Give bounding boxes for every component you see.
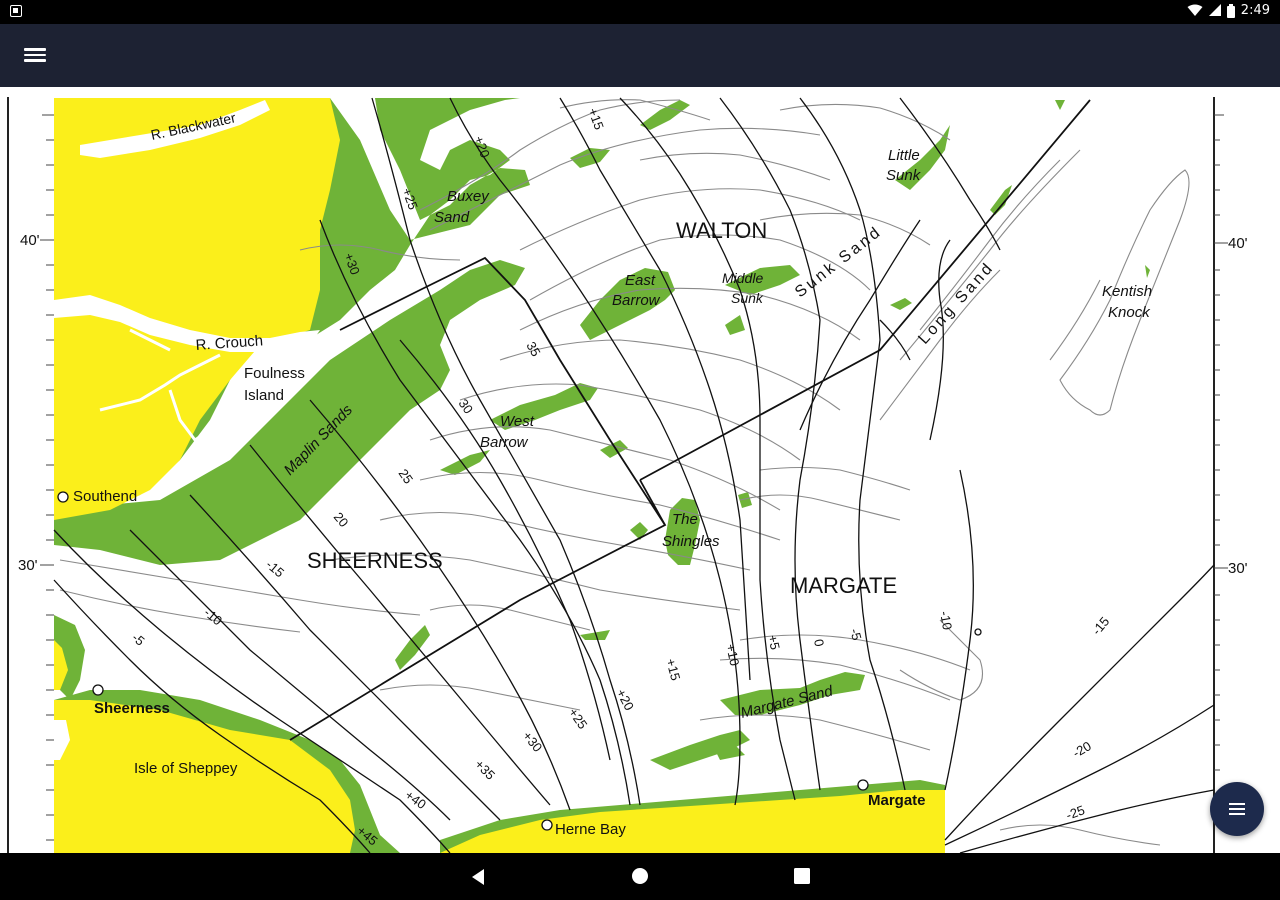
contour-label: -20	[1070, 738, 1094, 760]
chart-image: 40' 30' 40' 30' WALTON SHEERNESS MARGATE…	[0, 87, 1248, 854]
contour-label: 0	[811, 638, 827, 648]
sand-label-long-sand: Long Sand	[915, 259, 997, 348]
contour-label: +5	[765, 634, 783, 652]
sand-label-shingles-2: Shingles	[662, 533, 720, 550]
lat-label-left-30: 30'	[18, 557, 38, 574]
system-nav-bar	[0, 853, 1280, 900]
lat-label-right-40: 40'	[1228, 235, 1248, 252]
contour-label: -10	[937, 610, 955, 631]
contour-label: -15	[1089, 614, 1113, 638]
contour-label: +15	[663, 657, 683, 682]
place-label-southend: Southend	[73, 488, 137, 505]
sand-label-kentish-knock-1: Kentish	[1102, 283, 1152, 300]
wifi-icon	[1187, 4, 1203, 16]
sand-label-kentish-knock-2: Knock	[1108, 304, 1151, 321]
back-icon[interactable]	[470, 868, 486, 886]
place-label-foulness-1: Foulness	[244, 365, 305, 382]
home-icon[interactable]	[631, 867, 649, 885]
sand-label-middle-sunk-1: Middle	[722, 270, 763, 286]
contour-label: +15	[585, 106, 607, 132]
contour-label: +35	[472, 757, 498, 783]
place-label-margate: Margate	[868, 792, 926, 809]
app-notification-icon	[10, 5, 22, 17]
app-toolbar	[0, 24, 1280, 87]
place-label-isle-of-sheppey: Isle of Sheppey	[134, 760, 238, 777]
contour-label: +30	[520, 728, 546, 755]
sand-label-west-barrow-2: Barrow	[480, 434, 529, 451]
sand-label-shingles-1: The	[672, 511, 698, 528]
contour-label: +10	[723, 643, 742, 668]
status-time: 2:49	[1240, 3, 1270, 18]
lat-label-right-30: 30'	[1228, 560, 1248, 577]
recents-icon[interactable]	[794, 868, 810, 884]
contour-label: -5	[129, 630, 147, 649]
sand-label-west-barrow-1: West	[500, 413, 535, 430]
sand-label-east-barrow-1: East	[625, 272, 656, 289]
contour-label: 25	[396, 466, 417, 486]
sand-label-east-barrow-2: Barrow	[612, 292, 661, 309]
region-label-margate: MARGATE	[790, 573, 897, 598]
sand-label-buxey-1: Buxey	[447, 188, 490, 205]
cell-signal-icon	[1208, 4, 1221, 16]
place-label-herne-bay: Herne Bay	[555, 821, 626, 838]
place-label-sheerness: Sheerness	[94, 700, 170, 717]
contour-label: -10	[201, 605, 225, 629]
contour-label: +25	[566, 705, 591, 732]
place-label-foulness-2: Island	[244, 387, 284, 404]
contour-label: -5	[847, 627, 864, 642]
contour-label: 35	[523, 339, 543, 359]
contour-label: +20	[613, 686, 637, 713]
status-bar: 2:49	[0, 0, 1280, 24]
list-icon	[1229, 800, 1245, 818]
sand-label-middle-sunk-2: Sunk	[731, 290, 764, 306]
region-label-sheerness: SHEERNESS	[307, 548, 443, 573]
region-label-walton: WALTON	[676, 218, 767, 243]
contour-label: 30	[456, 396, 477, 416]
map-view[interactable]: 40' 30' 40' 30' WALTON SHEERNESS MARGATE…	[0, 87, 1280, 854]
sand-label-buxey-2: Sand	[434, 209, 470, 226]
contour-label: +40	[402, 787, 429, 812]
sand-label-little-sunk-1: Little	[888, 147, 920, 164]
contour-label: 20	[331, 509, 352, 530]
battery-icon	[1226, 3, 1235, 18]
lat-label-left-40: 40'	[20, 232, 40, 249]
contour-label: -15	[263, 557, 287, 581]
list-button[interactable]	[1210, 782, 1264, 836]
land	[54, 98, 945, 853]
hamburger-menu-icon[interactable]	[24, 45, 46, 65]
sand-label-little-sunk-2: Sunk	[886, 167, 922, 184]
